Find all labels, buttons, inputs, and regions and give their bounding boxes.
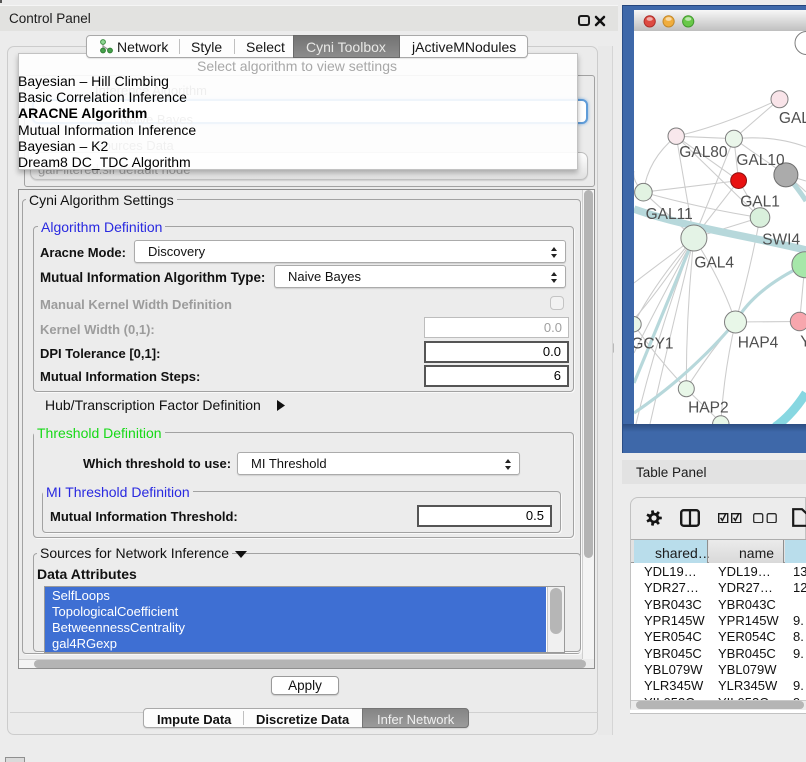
svg-text:GAL80: GAL80 <box>679 144 728 161</box>
svg-text:GAL10: GAL10 <box>736 152 785 169</box>
svg-text:HAP4: HAP4 <box>738 334 779 351</box>
svg-text:GAL8: GAL8 <box>779 110 806 127</box>
svg-text:HAP2: HAP2 <box>688 400 729 417</box>
svg-text:Y: Y <box>800 333 806 350</box>
svg-text:SWI4: SWI4 <box>762 231 800 248</box>
svg-text:GAL11: GAL11 <box>646 206 693 223</box>
svg-text:GCY1: GCY1 <box>634 336 674 353</box>
svg-text:GAL4: GAL4 <box>694 255 734 272</box>
svg-text:GAL1: GAL1 <box>740 193 780 210</box>
